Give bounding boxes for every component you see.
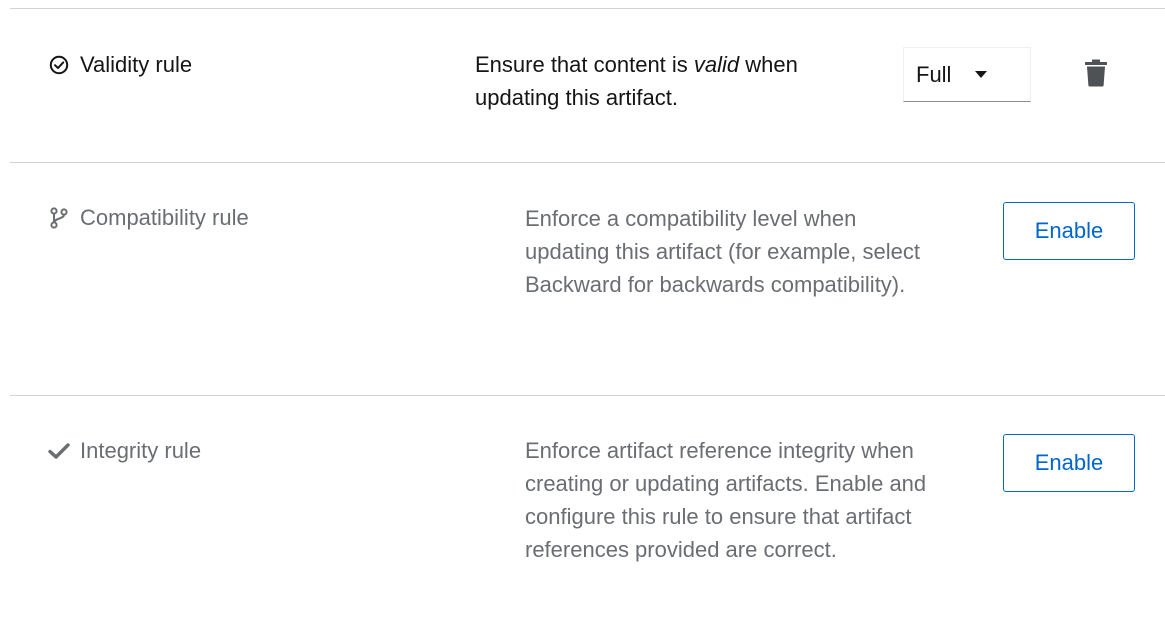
validity-level-select[interactable]: Full	[903, 47, 1031, 102]
divider-top	[10, 8, 1165, 9]
validity-rule-description: Ensure that content is valid when updati…	[475, 48, 875, 114]
enable-integrity-button[interactable]: Enable	[1003, 434, 1135, 492]
compatibility-rule-description: Enforce a compatibility level when updat…	[525, 206, 920, 297]
divider-2	[10, 395, 1165, 396]
delete-rule-button[interactable]	[1084, 59, 1108, 87]
validity-description-emphasis: valid	[693, 52, 740, 77]
divider-1	[10, 162, 1165, 163]
integrity-rule-description: Enforce artifact reference integrity whe…	[525, 438, 927, 562]
validity-rule-label: Validity rule	[80, 52, 193, 77]
compatibility-rule-name: Compatibility rule	[48, 202, 249, 234]
compatibility-rule-label: Compatibility rule	[80, 205, 249, 230]
integrity-rule-label: Integrity rule	[80, 438, 202, 463]
enable-compatibility-button[interactable]: Enable	[1003, 202, 1135, 260]
trash-icon	[1085, 59, 1107, 87]
validity-description-start: Ensure that content is	[475, 52, 694, 77]
check-icon	[48, 440, 70, 462]
validity-rule-name: Validity rule	[48, 49, 192, 81]
validity-level-value: Full	[916, 61, 952, 87]
code-branch-icon	[48, 207, 70, 229]
caret-down-icon	[975, 71, 988, 78]
check-circle-icon	[48, 54, 70, 76]
integrity-rule-name: Integrity rule	[48, 435, 201, 467]
